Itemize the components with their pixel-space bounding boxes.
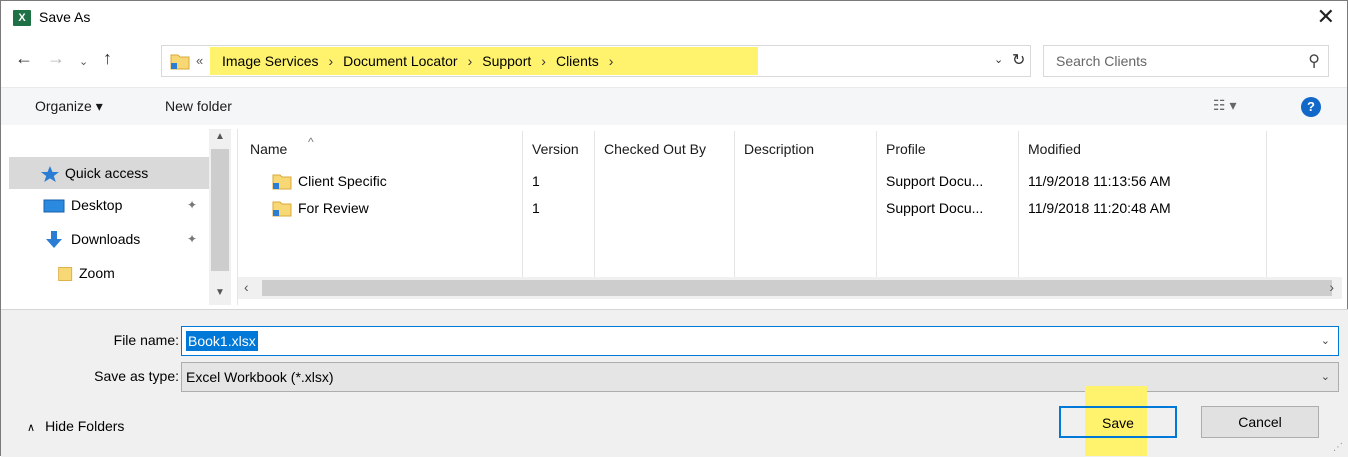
up-arrow-icon[interactable]: ↑: [103, 49, 112, 67]
refresh-icon[interactable]: ↻: [1012, 50, 1025, 70]
save-as-type-select[interactable]: Excel Workbook (*.xlsx) ⌄: [181, 362, 1339, 392]
address-dropdown-icon[interactable]: ⌄: [994, 53, 1003, 66]
scroll-up-icon[interactable]: ▲: [215, 131, 225, 142]
title-bar: X Save As ✕: [1, 1, 1347, 35]
scroll-left-icon[interactable]: ‹: [244, 279, 249, 295]
search-placeholder: Search Clients: [1056, 53, 1148, 69]
sidebar-item-desktop[interactable]: Desktop ✦: [9, 189, 209, 223]
view-options-icon[interactable]: ☷ ▾: [1213, 97, 1236, 114]
scrollbar-thumb[interactable]: [211, 149, 229, 271]
breadcrumb-separator[interactable]: ›: [535, 53, 552, 69]
close-icon[interactable]: ✕: [1317, 5, 1335, 29]
chevron-down-icon[interactable]: ⌄: [1321, 334, 1330, 347]
save-as-dialog: X Save As ✕ ← → ⌄ ↑ « Image Services › D…: [0, 0, 1348, 457]
hide-folders-label: Hide Folders: [45, 418, 125, 434]
navigation-scrollbar[interactable]: ▲ ▼: [209, 129, 231, 305]
organize-menu-button[interactable]: Organize ▾: [35, 98, 103, 115]
file-modified: 11/9/2018 11:20:48 AM: [1028, 200, 1171, 216]
navigation-pane: Quick access Desktop ✦ Downloads ✦ Zoom …: [9, 129, 231, 305]
file-profile: Support Docu...: [886, 173, 984, 189]
sidebar-item-quick-access[interactable]: Quick access: [9, 157, 209, 189]
breadcrumb-separator[interactable]: ›: [462, 53, 479, 69]
breadcrumb-item[interactable]: Document Locator: [339, 53, 461, 69]
horizontal-scrollbar[interactable]: ‹ ›: [238, 277, 1342, 299]
folder-icon: [272, 174, 292, 190]
scrollbar-thumb[interactable]: [262, 280, 1332, 296]
sidebar-item-label: Desktop: [71, 197, 123, 213]
recent-locations-chevron-icon[interactable]: ⌄: [79, 53, 88, 71]
breadcrumb-item[interactable]: Support: [478, 53, 535, 69]
file-list: Name ^ Version Checked Out By Descriptio…: [237, 129, 1342, 305]
file-version: 1: [532, 173, 540, 189]
file-name: Client Specific: [298, 173, 387, 189]
table-row[interactable]: Client Specific 1 Support Docu... 11/9/2…: [238, 169, 1268, 195]
scroll-down-icon[interactable]: ▼: [215, 287, 225, 298]
breadcrumb: Image Services › Document Locator › Supp…: [218, 53, 619, 69]
save-as-type-label: Save as type:: [94, 368, 179, 384]
overflow-chevron-icon[interactable]: «: [196, 53, 203, 68]
address-row: ← → ⌄ ↑ « Image Services › Document Loca…: [1, 41, 1347, 81]
table-row[interactable]: For Review 1 Support Docu... 11/9/2018 1…: [238, 196, 1268, 222]
hide-folders-button[interactable]: ∧ Hide Folders: [27, 418, 124, 434]
window-title: Save As: [39, 9, 91, 25]
sidebar-item-label: Quick access: [65, 165, 149, 181]
file-name-field[interactable]: Book1.xlsx ⌄: [181, 326, 1339, 356]
sidebar-item-downloads[interactable]: Downloads ✦: [9, 223, 209, 257]
breadcrumb-item[interactable]: Clients: [552, 53, 603, 69]
navigation-list: Quick access Desktop ✦ Downloads ✦ Zoom: [9, 149, 209, 291]
sort-ascending-icon: ^: [308, 135, 314, 149]
chevron-up-icon: ∧: [27, 422, 36, 434]
column-header-modified[interactable]: Modified: [1028, 141, 1081, 157]
breadcrumb-separator[interactable]: ›: [322, 53, 339, 69]
resize-grip-icon[interactable]: ⋰: [1333, 442, 1343, 453]
breadcrumb-separator[interactable]: ›: [603, 53, 620, 69]
star-icon: [41, 166, 59, 182]
scroll-right-icon[interactable]: ›: [1329, 279, 1334, 295]
folder-icon: [272, 201, 292, 217]
chevron-down-icon[interactable]: ⌄: [1321, 370, 1330, 383]
excel-app-icon: X: [13, 10, 31, 26]
address-bar[interactable]: « Image Services › Document Locator › Su…: [161, 45, 1031, 77]
column-header-version[interactable]: Version: [532, 141, 579, 157]
sidebar-item-label: Downloads: [71, 231, 141, 247]
column-header-description[interactable]: Description: [744, 141, 814, 157]
command-toolbar: Organize ▾ New folder ☷ ▾ ?: [1, 87, 1347, 125]
file-name-value[interactable]: Book1.xlsx: [186, 331, 258, 351]
column-header-name[interactable]: Name: [250, 141, 287, 157]
sidebar-item-label: Zoom: [79, 265, 115, 281]
pin-icon[interactable]: ✦: [187, 232, 197, 246]
save-as-type-value: Excel Workbook (*.xlsx): [186, 369, 334, 385]
column-header-profile[interactable]: Profile: [886, 141, 926, 157]
desktop-icon: [43, 199, 65, 213]
file-name: For Review: [298, 200, 369, 216]
forward-arrow-icon[interactable]: →: [47, 49, 65, 67]
file-name-label: File name:: [113, 332, 179, 348]
file-profile: Support Docu...: [886, 200, 984, 216]
help-icon[interactable]: ?: [1301, 97, 1321, 117]
search-icon[interactable]: ⚲: [1308, 51, 1320, 71]
back-arrow-icon[interactable]: ←: [15, 49, 33, 67]
folder-icon: [58, 267, 73, 281]
new-folder-button[interactable]: New folder: [165, 98, 232, 114]
file-version: 1: [532, 200, 540, 216]
breadcrumb-item[interactable]: Image Services: [218, 53, 322, 69]
sidebar-item-zoom[interactable]: Zoom: [9, 257, 209, 291]
save-options-panel: File name: Book1.xlsx ⌄ Save as type: Ex…: [1, 309, 1348, 457]
file-modified: 11/9/2018 11:13:56 AM: [1028, 173, 1171, 189]
folder-icon: [170, 54, 190, 70]
column-header-checked-out-by[interactable]: Checked Out By: [604, 141, 706, 157]
search-input[interactable]: Search Clients ⚲: [1043, 45, 1329, 77]
save-button[interactable]: Save: [1059, 406, 1177, 438]
cancel-button[interactable]: Cancel: [1201, 406, 1319, 438]
download-icon: [46, 231, 62, 248]
pin-icon[interactable]: ✦: [187, 198, 197, 212]
